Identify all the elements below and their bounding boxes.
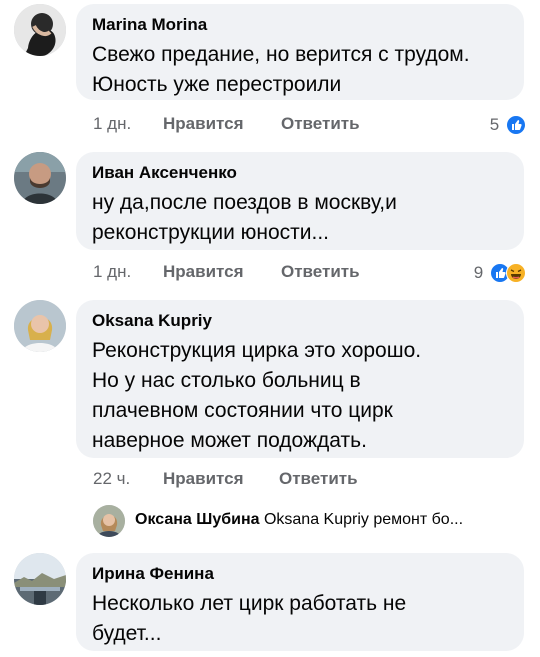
reply-author: Оксана Шубина <box>135 511 260 528</box>
reply-link[interactable]: Ответить <box>281 112 360 136</box>
comment-actions: 1 дн. Нравится Ответить <box>93 112 360 136</box>
comment-text: Свежо предание, но верится с трудом. Юно… <box>92 43 470 96</box>
like-reaction-icon <box>506 114 526 135</box>
comment-timestamp[interactable]: 1 дн. <box>93 112 131 136</box>
comment-actions: 1 дн. Нравится Ответить <box>93 260 393 284</box>
avatar[interactable] <box>93 505 125 537</box>
comment-author[interactable]: Ирина Фенина <box>92 563 508 585</box>
reply-link[interactable]: Ответить <box>281 260 360 284</box>
comment-bubble: Marina Morina Свежо предание, но верится… <box>76 4 524 100</box>
reply-link[interactable]: Ответить <box>279 467 358 491</box>
comment-text: Несколько лет цирк работать не будет... <box>92 592 407 645</box>
comment-actions: 22 ч. Нравится Ответить <box>93 467 393 491</box>
like-link[interactable]: Нравится <box>163 467 244 491</box>
reaction-count: 5 <box>489 114 500 134</box>
like-link[interactable]: Нравится <box>163 112 244 136</box>
comment-bubble: Oksana Kupriy Реконструкция цирка это хо… <box>76 300 524 458</box>
like-link[interactable]: Нравится <box>163 260 244 284</box>
avatar[interactable] <box>14 300 66 352</box>
comment-author[interactable]: Иван Аксенченко <box>92 162 508 184</box>
comment-author[interactable]: Marina Morina <box>92 14 508 36</box>
reaction-summary[interactable]: 9 <box>474 260 526 284</box>
reaction-summary[interactable]: 5 <box>490 112 526 136</box>
avatar[interactable] <box>14 4 66 56</box>
comment-text: ну да,после поездов в москву,и реконстру… <box>92 191 397 244</box>
comment-bubble: Ирина Фенина Несколько лет цирк работать… <box>76 553 524 651</box>
reply-snippet: Oksana Kupriy ремонт бо... <box>263 511 464 528</box>
comment-timestamp[interactable]: 1 дн. <box>93 260 131 284</box>
comment-text: Реконструкция цирка это хорошо. Но у нас… <box>92 339 422 452</box>
avatar[interactable] <box>14 152 66 204</box>
haha-reaction-icon <box>506 262 526 283</box>
reply-preview[interactable]: Оксана Шубина Oksana Kupriy ремонт бо... <box>93 504 523 540</box>
reaction-count: 9 <box>473 262 484 282</box>
reply-preview-text: Оксана Шубина Oksana Kupriy ремонт бо... <box>135 511 463 529</box>
comment-author[interactable]: Oksana Kupriy <box>92 310 508 332</box>
comment-bubble: Иван Аксенченко ну да,после поездов в мо… <box>76 152 524 250</box>
comment-timestamp[interactable]: 22 ч. <box>93 467 130 491</box>
avatar[interactable] <box>14 553 66 605</box>
